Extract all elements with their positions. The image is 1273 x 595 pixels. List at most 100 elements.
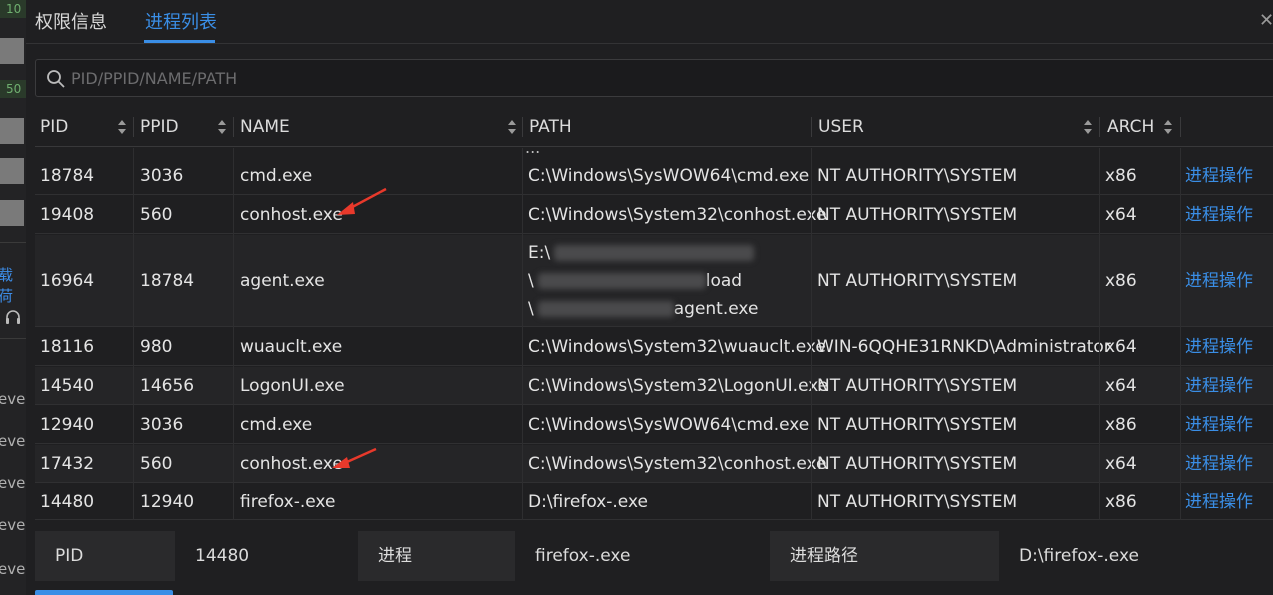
tab-bar: 权限信息 进程列表 ✕ — [26, 0, 1273, 44]
search-icon — [47, 70, 65, 88]
process-action-link[interactable]: 进程操作 — [1180, 445, 1253, 483]
process-action-link[interactable]: 进程操作 — [1180, 328, 1253, 366]
cell-user: NT AUTHORITY\SYSTEM — [817, 376, 1018, 396]
cell-path: C:\Windows\SysWOW64\cmd.exe — [528, 415, 810, 435]
cell-path: C:\Windows\SysWOW64\cmd.exe — [528, 166, 810, 186]
cell-name: agent.exe — [240, 271, 325, 291]
badge: 10 — [0, 0, 26, 18]
thumbnail — [0, 158, 24, 184]
table-header: PID PPID NAME PATH USER ARCH — [35, 107, 1273, 147]
cell-path: C:\Windows\System32\LogonUI.exe — [528, 376, 829, 396]
column-separator — [133, 117, 134, 137]
search-box — [35, 59, 1273, 97]
divider — [0, 242, 26, 243]
list-item[interactable]: event — [0, 560, 26, 578]
process-dialog: 权限信息 进程列表 ✕ PID PPID NAME PATH USER — [26, 0, 1273, 595]
redacted-segment — [537, 301, 674, 317]
column-separator — [1180, 148, 1181, 520]
path-line: \ — [528, 299, 534, 319]
process-action-link[interactable]: 进程操作 — [1180, 367, 1253, 405]
headset-icon[interactable] — [4, 308, 22, 326]
cell-path: C:\Windows\System32\conhost.exe — [528, 205, 827, 225]
thumbnail — [0, 200, 24, 226]
table-row[interactable]: 17432 560 conhost.exe C:\Windows\System3… — [35, 445, 1273, 483]
sort-icon[interactable] — [1163, 118, 1173, 136]
tab-process-list[interactable]: 进程列表 — [145, 8, 217, 34]
cell-path: C:\Windows\System32\wuauclt.exe — [528, 337, 826, 357]
cell-pid: 17432 — [40, 454, 95, 474]
process-action-link[interactable]: 进程操作 — [1180, 484, 1253, 520]
column-header-path[interactable]: PATH — [524, 107, 812, 147]
sort-icon[interactable] — [217, 118, 227, 136]
table-row[interactable]: 14540 14656 LogonUI.exe C:\Windows\Syste… — [35, 367, 1273, 405]
cell-arch: x64 — [1105, 376, 1137, 396]
sort-icon[interactable] — [1083, 118, 1093, 136]
cell-name: cmd.exe — [240, 415, 313, 435]
table-row[interactable]: 18116 980 wuauclt.exe C:\Windows\System3… — [35, 328, 1273, 366]
cell-user: NT AUTHORITY\SYSTEM — [817, 271, 1018, 291]
table-row[interactable]: 16964 18784 agent.exe E:\ \ load \ agent.e… — [35, 235, 1273, 327]
path-line: agent.exe — [673, 299, 759, 319]
table-row[interactable]: 19408 560 conhost.exe C:\Windows\System3… — [35, 196, 1273, 234]
cell-ppid: 3036 — [140, 415, 184, 435]
cell-path: C:\Windows\System32\conhost.exe — [528, 454, 827, 474]
search-input[interactable] — [71, 60, 1261, 96]
list-item[interactable]: event — [0, 516, 26, 534]
cell-pid: 14540 — [40, 376, 95, 396]
cell-arch: x64 — [1105, 454, 1137, 474]
cell-ppid: 980 — [140, 337, 173, 357]
column-separator — [522, 148, 523, 520]
link[interactable]: 载荷 — [0, 264, 26, 306]
sort-icon[interactable] — [507, 118, 517, 136]
cell-ppid: 18784 — [140, 271, 195, 291]
badge: 50 — [0, 80, 26, 98]
cell-user: WIN-6QQHE31RNKD\Administrator — [817, 337, 1111, 357]
tab-permission-info[interactable]: 权限信息 — [35, 8, 107, 34]
list-item[interactable]: event — [0, 390, 26, 408]
close-icon[interactable]: ✕ — [1259, 10, 1273, 30]
cell-arch: x86 — [1105, 166, 1137, 186]
redacted-segment — [554, 245, 755, 261]
path-line: E:\ — [528, 243, 551, 263]
table-row[interactable]: 12940 3036 cmd.exe C:\Windows\SysWOW64\c… — [35, 406, 1273, 444]
list-item[interactable]: event — [0, 432, 26, 450]
cell-name: firefox-.exe — [240, 492, 336, 512]
cell-path: E:\ \ load \ agent.exe — [523, 239, 808, 323]
cell-user: NT AUTHORITY\SYSTEM — [817, 492, 1018, 512]
column-header-user[interactable]: USER — [813, 107, 1101, 147]
thumbnail — [0, 38, 24, 64]
table-row-clipped: ... — [35, 148, 1273, 156]
detail-pid-value: 14480 — [195, 546, 250, 566]
column-separator — [133, 148, 134, 520]
path-fragment: ... — [525, 148, 540, 156]
cell-arch: x86 — [1105, 492, 1137, 512]
cell-ppid: 560 — [140, 205, 173, 225]
table-row[interactable]: 18784 3036 cmd.exe C:\Windows\SysWOW64\c… — [35, 157, 1273, 195]
process-detail-bar: PID 14480 进程 firefox-.exe 进程路径 D:\firefo… — [35, 531, 1273, 581]
cell-arch: x86 — [1105, 415, 1137, 435]
redacted-segment — [537, 273, 706, 289]
cell-arch: x86 — [1105, 271, 1137, 291]
list-item[interactable]: event — [0, 474, 26, 492]
table-row[interactable]: 14480 12940 firefox-.exe D:\firefox-.exe… — [35, 484, 1273, 520]
primary-button[interactable] — [35, 590, 173, 595]
active-tab-indicator — [144, 40, 215, 43]
column-header-name[interactable]: NAME — [235, 107, 523, 147]
process-action-link[interactable]: 进程操作 — [1180, 235, 1253, 327]
cell-name: LogonUI.exe — [240, 376, 345, 396]
thumbnail — [0, 118, 24, 144]
cell-pid: 19408 — [40, 205, 95, 225]
cell-user: NT AUTHORITY\SYSTEM — [817, 415, 1018, 435]
process-action-link[interactable]: 进程操作 — [1180, 157, 1253, 195]
cell-user: NT AUTHORITY\SYSTEM — [817, 205, 1018, 225]
annotation-arrow-icon — [337, 187, 387, 215]
column-separator — [1099, 117, 1100, 137]
cell-name: conhost.exe — [240, 454, 343, 474]
cell-user: NT AUTHORITY\SYSTEM — [817, 454, 1018, 474]
cell-name: conhost.exe — [240, 205, 343, 225]
cell-name: wuauclt.exe — [240, 337, 343, 357]
process-action-link[interactable]: 进程操作 — [1180, 196, 1253, 234]
process-action-link[interactable]: 进程操作 — [1180, 406, 1253, 444]
cell-ppid: 14656 — [140, 376, 195, 396]
sort-icon[interactable] — [117, 118, 127, 136]
